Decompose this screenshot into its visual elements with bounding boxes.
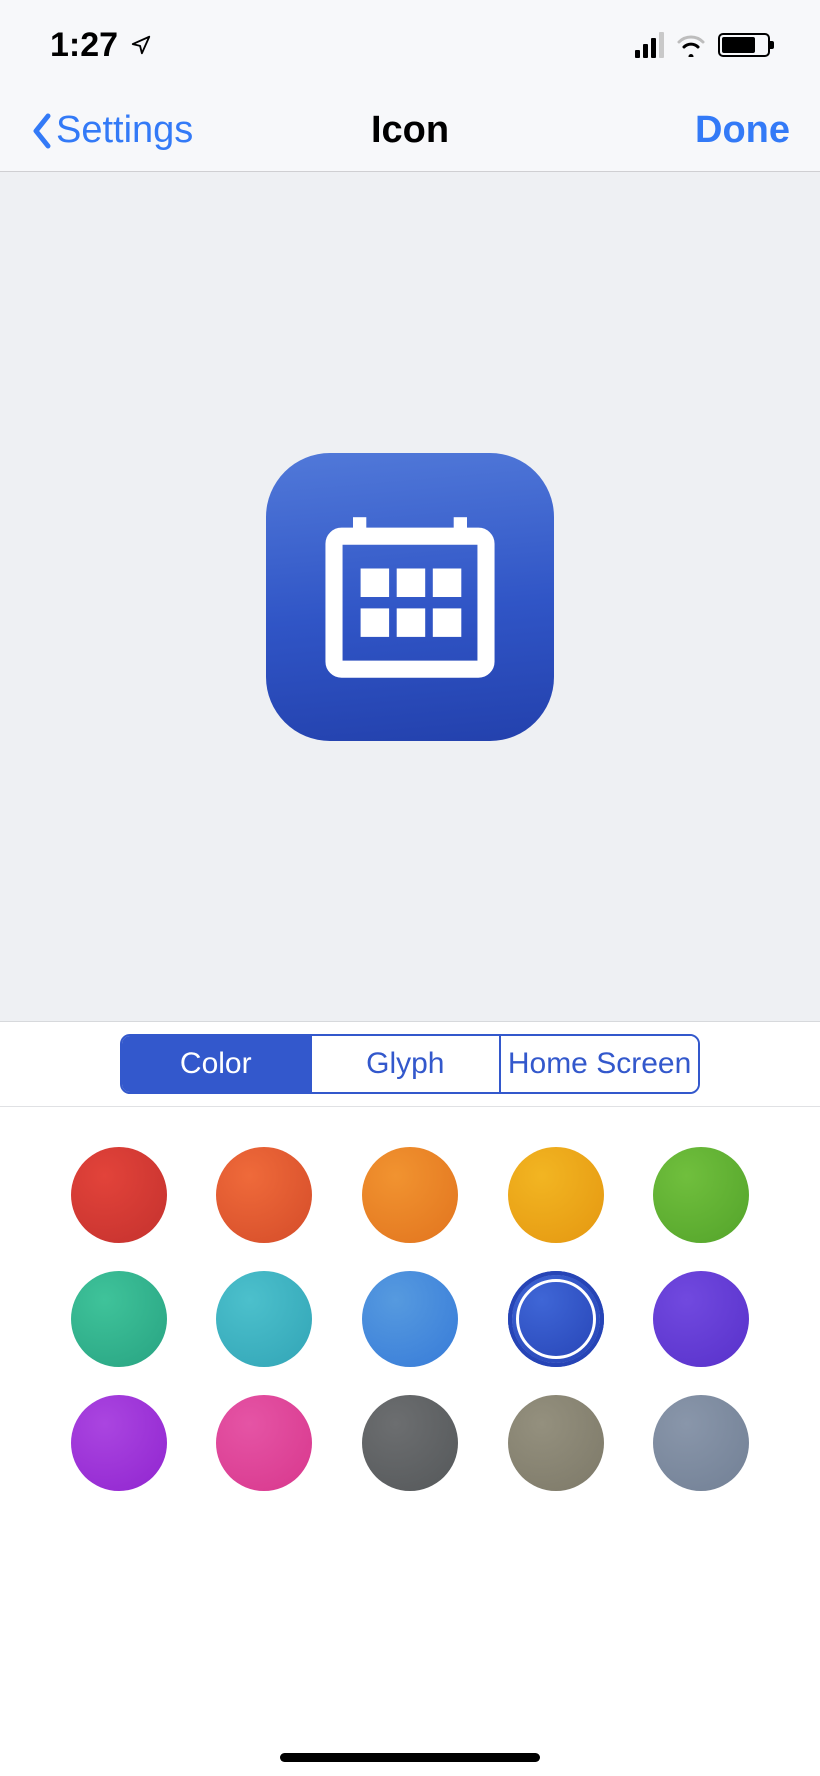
- calendar-icon: [315, 502, 505, 692]
- color-swatch-khaki[interactable]: [508, 1395, 604, 1491]
- color-grid: [60, 1147, 760, 1491]
- back-label: Settings: [56, 109, 193, 152]
- segment-home-screen[interactable]: Home Screen: [501, 1036, 698, 1092]
- color-swatch-pink[interactable]: [216, 1395, 312, 1491]
- battery-icon: [718, 33, 770, 57]
- status-time: 1:27: [50, 26, 118, 65]
- color-swatch-yellow[interactable]: [508, 1147, 604, 1243]
- color-swatch-orange[interactable]: [362, 1147, 458, 1243]
- color-swatch-indigo[interactable]: [653, 1271, 749, 1367]
- color-panel: [0, 1107, 820, 1776]
- back-button[interactable]: Settings: [30, 109, 193, 152]
- signal-icon: [635, 32, 664, 58]
- chevron-left-icon: [30, 112, 52, 150]
- color-swatch-dark-gray[interactable]: [362, 1395, 458, 1491]
- home-indicator[interactable]: [0, 1753, 820, 1762]
- location-icon: [130, 34, 152, 56]
- segment-color[interactable]: Color: [122, 1036, 312, 1092]
- segmented-control-wrap: ColorGlyphHome Screen: [0, 1022, 820, 1107]
- status-bar: 1:27: [0, 0, 820, 90]
- nav-bar: Settings Icon Done: [0, 90, 820, 172]
- done-button[interactable]: Done: [695, 109, 790, 152]
- segmented-control: ColorGlyphHome Screen: [120, 1034, 700, 1094]
- color-swatch-teal[interactable]: [71, 1271, 167, 1367]
- icon-preview-area: [0, 172, 820, 1022]
- segment-glyph[interactable]: Glyph: [312, 1036, 502, 1092]
- color-swatch-light-blue[interactable]: [362, 1271, 458, 1367]
- wifi-icon: [676, 33, 706, 57]
- color-swatch-green[interactable]: [653, 1147, 749, 1243]
- color-swatch-cyan[interactable]: [216, 1271, 312, 1367]
- color-swatch-red[interactable]: [71, 1147, 167, 1243]
- icon-preview: [266, 453, 554, 741]
- color-swatch-blue[interactable]: [508, 1271, 604, 1367]
- color-swatch-red-orange[interactable]: [216, 1147, 312, 1243]
- color-swatch-purple[interactable]: [71, 1395, 167, 1491]
- color-swatch-blue-gray[interactable]: [653, 1395, 749, 1491]
